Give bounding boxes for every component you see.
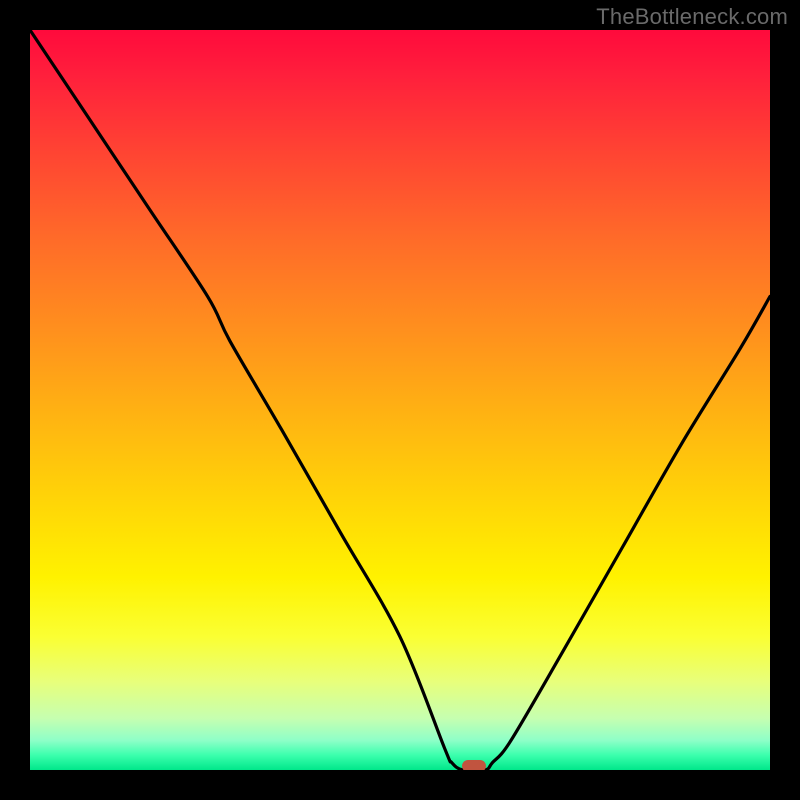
optimal-point-marker [462,760,486,770]
watermark-text: TheBottleneck.com [596,4,788,30]
chart-container: TheBottleneck.com [0,0,800,800]
bottleneck-curve [30,30,770,770]
plot-area [30,30,770,770]
curve-path [30,30,770,770]
